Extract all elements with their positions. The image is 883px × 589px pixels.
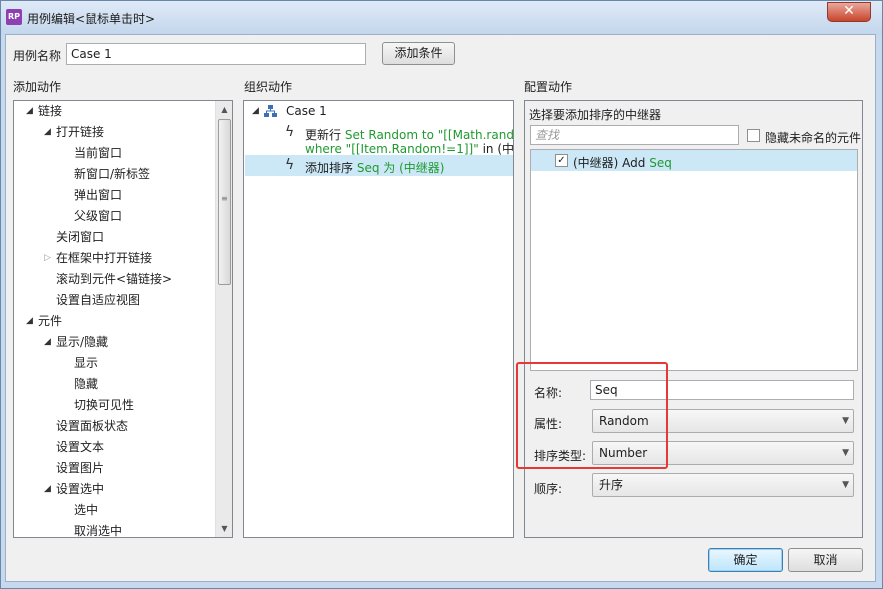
configure-panel: 选择要添加排序的中继器 查找 隐藏未命名的元件 ✓ (中继器) Add Seq … — [524, 100, 863, 538]
tree-item[interactable]: 设置图片 — [14, 458, 214, 479]
tree-scrollbar[interactable]: ▲ ≡ ▼ — [215, 101, 232, 537]
chevron-down-icon: ▼ — [842, 448, 849, 458]
tree-item[interactable]: ◢ 打开链接 — [14, 122, 214, 143]
action-sort-detail: Seq 为 — [356, 161, 396, 175]
tree-item-label: 隐藏 — [74, 377, 99, 391]
tree-item[interactable]: 关闭窗口 — [14, 227, 214, 248]
tree-item[interactable]: 当前窗口 — [14, 143, 214, 164]
repeater-search-input[interactable]: 查找 — [530, 125, 739, 145]
organize-action-header: 组织动作 — [244, 80, 293, 94]
tree-item[interactable]: 父级窗口 — [14, 206, 214, 227]
order-select[interactable]: 升序 ▼ — [592, 473, 854, 497]
tree-item-label: 选中 — [74, 503, 99, 517]
repeater-checkbox[interactable]: ✓ — [555, 154, 568, 167]
tree-item[interactable]: 新窗口/新标签 — [14, 164, 214, 185]
tree-item-label: 当前窗口 — [74, 146, 123, 160]
action-sort-verb: 添加排序 — [305, 161, 354, 175]
tree-item[interactable]: 选中 — [14, 500, 214, 521]
action-tree[interactable]: 取消选中 选中 ◢ 设置选中 设置图片 设置文本 设置面板状态 切换可见性 隐藏 显示 ◢ 显示/隐藏… — [13, 100, 233, 538]
tree-item-label: 链接 — [38, 104, 63, 118]
lightning-icon: ϟ — [285, 124, 295, 140]
case-expand-icon[interactable]: ◢ — [252, 106, 259, 116]
tree-item[interactable]: ◢ 元件 — [14, 311, 214, 332]
tree-item[interactable]: 切换可见性 — [14, 395, 214, 416]
configure-action-header: 配置动作 — [524, 80, 573, 94]
order-label: 顺序: — [534, 482, 563, 496]
action-update-detail2: where "[[Item.Random!=1]]" — [305, 142, 479, 156]
tree-item-label: 新窗口/新标签 — [74, 167, 151, 181]
tree-item[interactable]: ◢ 设置选中 — [14, 479, 214, 500]
action-update-row[interactable]: ϟ 更新行 Set Random to "[[Math.random()]]" … — [245, 121, 514, 156]
tree-item[interactable]: 弹出窗口 — [14, 185, 214, 206]
case-tree-icon — [264, 105, 277, 117]
tree-item-label: 设置面板状态 — [56, 419, 129, 433]
scroll-down-icon[interactable]: ▼ — [216, 520, 232, 537]
tree-item-label: 设置文本 — [56, 440, 105, 454]
tree-item[interactable]: 设置面板状态 — [14, 416, 214, 437]
tree-item[interactable]: 设置自适应视图 — [14, 290, 214, 311]
repeater-item-text: (中继器) Add Seq — [573, 154, 672, 171]
lightning-icon: ϟ — [285, 157, 295, 173]
tree-item-label: 设置选中 — [56, 482, 105, 496]
tree-item[interactable]: 取消选中 — [14, 521, 214, 538]
tree-item-label: 滚动到元件<锚链接> — [56, 272, 173, 286]
chevron-down-icon: ▼ — [842, 480, 849, 490]
tree-item[interactable]: 滚动到元件<锚链接> — [14, 269, 214, 290]
case-name-input[interactable]: Case 1 — [66, 43, 366, 65]
expand-arrow-icon[interactable]: ◢ — [26, 101, 33, 122]
tree-item[interactable]: 隐藏 — [14, 374, 214, 395]
tree-item-label: 显示 — [74, 356, 99, 370]
repeater-item-name: Seq — [649, 156, 672, 170]
repeater-item-prefix: (中继器) Add — [573, 156, 646, 170]
tree-item-label: 弹出窗口 — [74, 188, 123, 202]
tree-item-label: 在框架中打开链接 — [56, 251, 153, 265]
action-update-suffix: in (中继器) — [482, 142, 514, 156]
tree-item-label: 切换可见性 — [74, 398, 135, 412]
hide-unnamed-label: 隐藏未命名的元件 — [765, 131, 862, 145]
tree-item[interactable]: ▷ 在框架中打开链接 — [14, 248, 214, 269]
tree-item-label: 关闭窗口 — [56, 230, 105, 244]
tree-item[interactable]: ◢ 显示/隐藏 — [14, 332, 214, 353]
expand-arrow-icon[interactable]: ◢ — [44, 122, 51, 143]
app-icon: RP — [6, 9, 22, 25]
tree-item-label: 打开链接 — [56, 125, 105, 139]
expand-arrow-icon[interactable]: ◢ — [44, 479, 51, 500]
add-action-header: 添加动作 — [13, 80, 62, 94]
action-sort-row[interactable]: ϟ 添加排序 Seq 为 (中继器) — [245, 155, 513, 176]
organize-panel: ◢ Case 1 ϟ 更新行 Set Random to "[[Math.ran… — [243, 100, 514, 538]
window-title: 用例编辑<鼠标单击时> — [27, 12, 156, 26]
tree-item-label: 设置自适应视图 — [56, 293, 141, 307]
grip-icon: ≡ — [221, 194, 228, 203]
case-item[interactable]: Case 1 — [286, 101, 327, 122]
tree-item-label: 设置图片 — [56, 461, 105, 475]
scroll-up-icon[interactable]: ▲ — [216, 101, 232, 118]
repeater-list: ✓ (中继器) Add Seq — [530, 149, 858, 371]
tree-item[interactable]: ◢ 链接 — [14, 101, 214, 122]
tree-item-label: 父级窗口 — [74, 209, 123, 223]
chevron-down-icon: ▼ — [842, 416, 849, 426]
title-bar[interactable]: RP 用例编辑<鼠标单击时> ✕ — [1, 1, 882, 35]
action-sort-text: 添加排序 Seq 为 (中继器) — [305, 159, 444, 176]
expand-arrow-icon[interactable]: ◢ — [44, 332, 51, 353]
tree-item-label: 显示/隐藏 — [56, 335, 109, 349]
add-condition-button[interactable]: 添加条件 — [382, 42, 455, 65]
hide-unnamed-checkbox[interactable] — [747, 129, 760, 142]
ok-button[interactable]: 确定 — [708, 548, 783, 572]
annotation-highlight-box — [516, 362, 668, 469]
tree-item[interactable]: 显示 — [14, 353, 214, 374]
case-name-label: 用例名称 — [13, 49, 62, 63]
tree-item-label: 元件 — [38, 314, 63, 328]
close-button[interactable]: ✕ — [827, 2, 871, 22]
expand-arrow-icon[interactable]: ◢ — [26, 311, 33, 332]
tree-item-label: 取消选中 — [74, 524, 123, 538]
cancel-button[interactable]: 取消 — [788, 548, 863, 572]
repeater-list-item[interactable]: ✓ (中继器) Add Seq — [531, 150, 857, 171]
tree-item[interactable]: 设置文本 — [14, 437, 214, 458]
collapse-arrow-icon[interactable]: ▷ — [44, 248, 51, 269]
action-sort-suffix: (中继器) — [399, 161, 445, 175]
repeater-select-header: 选择要添加排序的中继器 — [529, 108, 662, 122]
order-value: 升序 — [599, 478, 624, 492]
